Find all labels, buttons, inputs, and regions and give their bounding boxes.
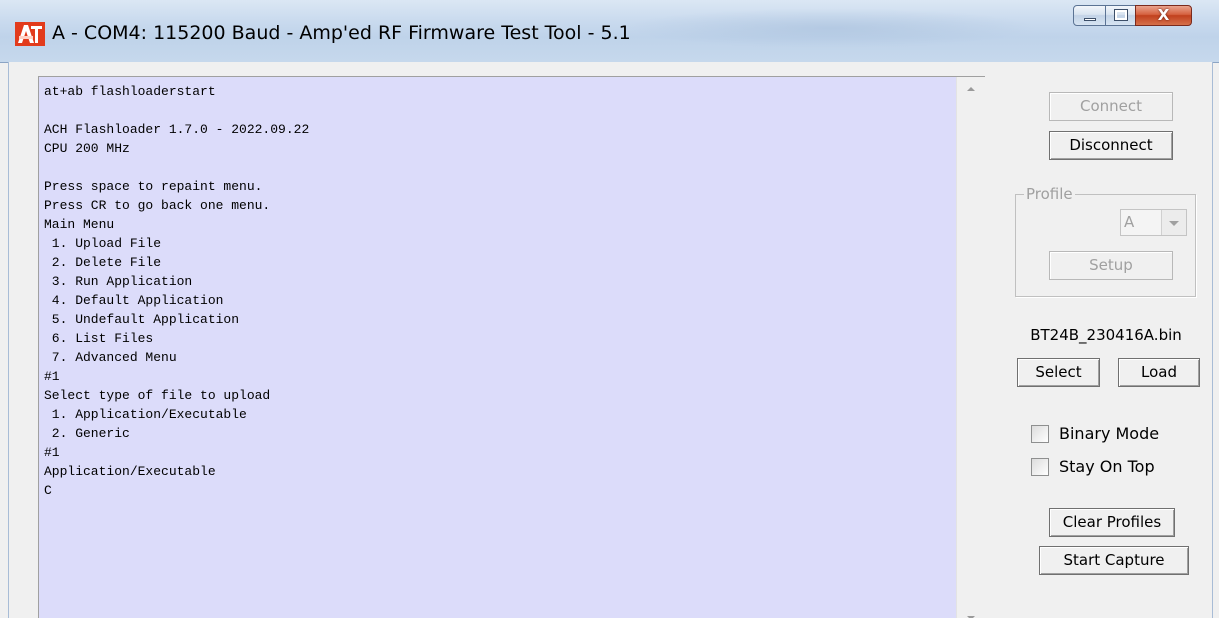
start-capture-button[interactable]: Start Capture <box>1039 546 1189 575</box>
connect-button[interactable]: Connect <box>1049 92 1173 121</box>
profile-select-value: A <box>1124 213 1135 231</box>
minimize-button[interactable] <box>1073 5 1106 26</box>
binary-mode-label[interactable]: Binary Mode <box>1059 424 1159 443</box>
binary-mode-checkbox[interactable] <box>1031 425 1049 443</box>
setup-button[interactable]: Setup <box>1049 251 1173 280</box>
close-button[interactable]: X <box>1135 5 1192 26</box>
stay-on-top-checkbox[interactable] <box>1031 458 1049 476</box>
client-area: at+ab flashloaderstart ACH Flashloader 1… <box>8 62 1213 618</box>
title-bar[interactable]: A - COM4: 115200 Baud - Amp'ed RF Firmwa… <box>0 0 1219 63</box>
minimize-icon <box>1084 18 1096 21</box>
load-button[interactable]: Load <box>1118 358 1200 387</box>
selected-file-name: BT24B_230416A.bin <box>1030 326 1182 344</box>
chevron-down-icon[interactable] <box>1161 210 1186 235</box>
profile-select[interactable]: A <box>1120 209 1187 236</box>
stay-on-top-label[interactable]: Stay On Top <box>1059 457 1155 476</box>
disconnect-button[interactable]: Disconnect <box>1049 131 1173 160</box>
app-window: A - COM4: 115200 Baud - Amp'ed RF Firmwa… <box>0 0 1219 618</box>
scroll-up-icon[interactable] <box>967 87 975 91</box>
profile-legend: Profile <box>1024 185 1075 203</box>
terminal-text[interactable]: at+ab flashloaderstart ACH Flashloader 1… <box>44 82 949 500</box>
clear-profiles-button[interactable]: Clear Profiles <box>1049 508 1175 537</box>
maximize-icon <box>1114 9 1128 21</box>
maximize-button[interactable] <box>1105 5 1136 26</box>
terminal-output[interactable]: at+ab flashloaderstart ACH Flashloader 1… <box>38 76 986 618</box>
profile-group: Profile A Setup <box>1015 185 1196 297</box>
select-button[interactable]: Select <box>1017 358 1100 387</box>
amped-rf-icon <box>15 22 45 46</box>
terminal-scrollbar[interactable] <box>956 77 986 618</box>
window-title: A - COM4: 115200 Baud - Amp'ed RF Firmwa… <box>52 22 631 44</box>
close-icon: X <box>1157 6 1170 24</box>
